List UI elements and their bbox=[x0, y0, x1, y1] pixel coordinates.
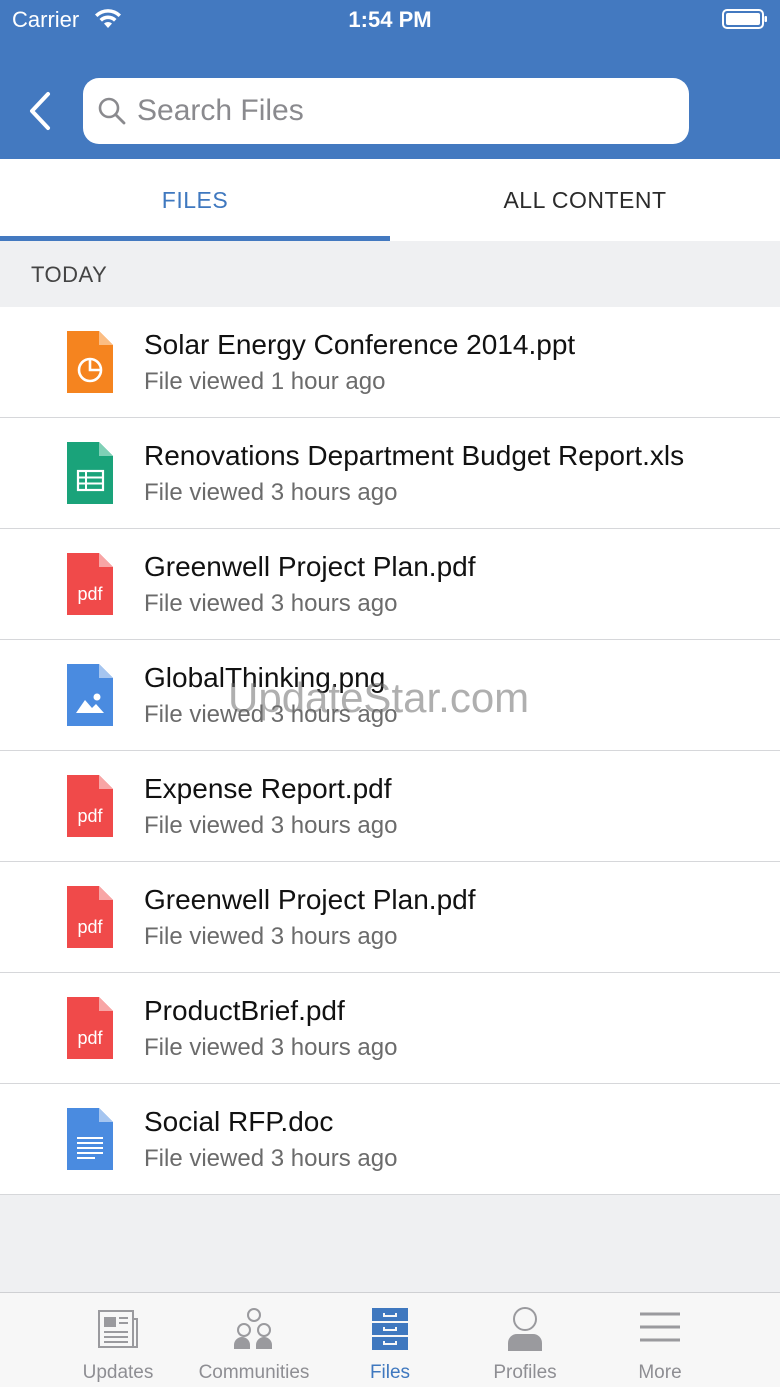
tab-communities-label: Communities bbox=[198, 1362, 310, 1383]
section-title: TODAY bbox=[31, 262, 108, 287]
presentation-file-icon bbox=[67, 331, 113, 393]
image-file-icon bbox=[67, 664, 113, 726]
file-viewed-time: File viewed 3 hours ago bbox=[144, 1145, 398, 1172]
tab-more-label: More bbox=[638, 1362, 682, 1383]
pdf-file-icon: pdf bbox=[67, 997, 113, 1059]
watermark: UpdateStar.com bbox=[228, 674, 530, 721]
back-chevron-icon[interactable] bbox=[24, 88, 58, 134]
tab-files-bottom-label: Files bbox=[369, 1362, 411, 1383]
file-viewed-time: File viewed 1 hour ago bbox=[144, 368, 386, 395]
tab-all-content[interactable]: ALL CONTENT bbox=[390, 159, 780, 241]
tab-bar-top: FILES ALL CONTENT bbox=[0, 159, 780, 241]
file-name: Social RFP.doc bbox=[144, 1106, 334, 1137]
file-list-item[interactable]: pdf Expense Report.pdf File viewed 3 hou… bbox=[0, 751, 780, 862]
file-viewed-time: File viewed 3 hours ago bbox=[144, 923, 398, 950]
search-icon bbox=[98, 97, 126, 125]
battery-icon bbox=[722, 9, 767, 29]
file-name: Greenwell Project Plan.pdf bbox=[144, 551, 476, 582]
tab-updates[interactable]: Updates bbox=[40, 1293, 196, 1387]
file-name: Solar Energy Conference 2014.ppt bbox=[144, 329, 576, 360]
document-file-icon bbox=[67, 1108, 113, 1170]
person-icon bbox=[508, 1307, 542, 1351]
file-cabinet-icon bbox=[372, 1308, 408, 1350]
file-viewed-time: File viewed 3 hours ago bbox=[144, 1034, 398, 1061]
pdf-file-icon: pdf bbox=[67, 553, 113, 615]
search-input[interactable] bbox=[137, 78, 667, 144]
clock: 1:54 PM bbox=[348, 7, 432, 32]
file-name: Renovations Department Budget Report.xls bbox=[144, 440, 685, 471]
pdf-icon-label: pdf bbox=[77, 917, 103, 937]
file-name: Greenwell Project Plan.pdf bbox=[144, 884, 476, 915]
tab-more[interactable]: More bbox=[582, 1293, 738, 1387]
file-list-item[interactable]: Social RFP.doc File viewed 3 hours ago bbox=[0, 1084, 780, 1195]
tab-files-bottom[interactable]: Files bbox=[312, 1293, 468, 1387]
pdf-file-icon: pdf bbox=[67, 886, 113, 948]
status-bar: Carrier 1:54 PM bbox=[0, 0, 780, 40]
file-list-item[interactable]: Solar Energy Conference 2014.ppt File vi… bbox=[0, 307, 780, 418]
file-list-item[interactable]: Renovations Department Budget Report.xls… bbox=[0, 418, 780, 529]
file-viewed-time: File viewed 3 hours ago bbox=[144, 812, 398, 839]
pdf-file-icon: pdf bbox=[67, 775, 113, 837]
file-list-item[interactable]: pdf Greenwell Project Plan.pdf File view… bbox=[0, 862, 780, 973]
communities-icon bbox=[234, 1308, 272, 1349]
search-bar[interactable] bbox=[83, 78, 689, 144]
tab-profiles[interactable]: Profiles bbox=[447, 1293, 603, 1387]
tab-profiles-label: Profiles bbox=[493, 1362, 557, 1383]
file-viewed-time: File viewed 3 hours ago bbox=[144, 479, 398, 506]
menu-icon bbox=[640, 1312, 680, 1342]
tab-files[interactable]: FILES bbox=[0, 159, 390, 241]
file-name: ProductBrief.pdf bbox=[144, 995, 345, 1026]
spreadsheet-file-icon bbox=[67, 442, 113, 504]
file-viewed-time: File viewed 3 hours ago bbox=[144, 590, 398, 617]
bottom-tab-bar: Updates Communities Files Profiles More bbox=[0, 1292, 780, 1387]
file-list-item[interactable]: pdf Greenwell Project Plan.pdf File view… bbox=[0, 529, 780, 640]
tab-updates-label: Updates bbox=[82, 1362, 154, 1383]
pdf-icon-label: pdf bbox=[77, 1028, 103, 1048]
section-header: TODAY bbox=[0, 241, 780, 307]
pdf-icon-label: pdf bbox=[77, 806, 103, 826]
newspaper-icon bbox=[98, 1310, 138, 1348]
pdf-icon-label: pdf bbox=[77, 584, 103, 604]
file-name: Expense Report.pdf bbox=[144, 773, 392, 804]
file-list: Solar Energy Conference 2014.ppt File vi… bbox=[0, 307, 780, 1195]
tab-communities[interactable]: Communities bbox=[176, 1293, 332, 1387]
tab-files-label: FILES bbox=[161, 186, 229, 213]
app-header: Carrier 1:54 PM bbox=[0, 0, 780, 159]
tab-all-content-label: ALL CONTENT bbox=[503, 186, 667, 213]
file-list-item[interactable]: pdf ProductBrief.pdf File viewed 3 hours… bbox=[0, 973, 780, 1084]
